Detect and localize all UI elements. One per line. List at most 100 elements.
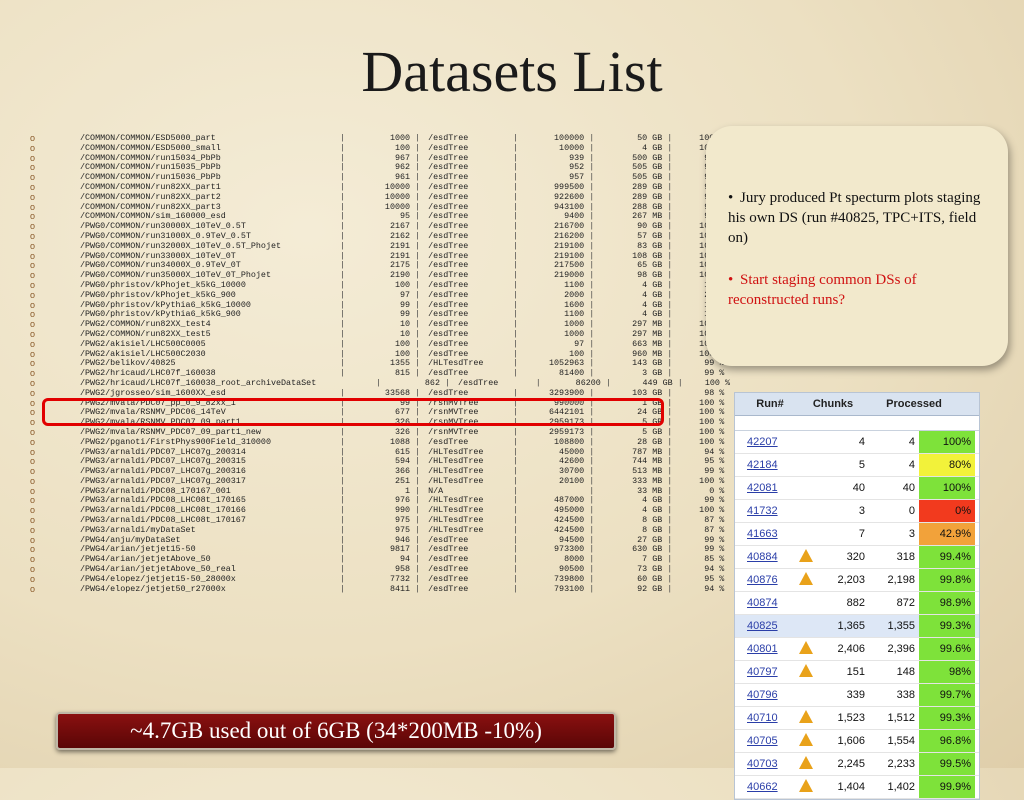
col-processed[interactable]: Processed [861,393,967,415]
dataset-name: /COMMON/COMMON/run15036_PbPb [80,173,221,183]
run-row[interactable]: 40710 1,523 1,512 99.3% [735,707,979,730]
run-link[interactable]: 41732 [735,500,795,522]
run-row[interactable]: 40876 2,203 2,198 99.8% [735,569,979,592]
run-link[interactable]: 42184 [735,454,795,476]
run-link[interactable]: 40796 [735,684,795,706]
warning-cell [795,431,817,453]
run-link[interactable]: 40801 [735,638,795,660]
warning-icon[interactable] [799,664,813,677]
column-separator: | [370,377,381,388]
run-row[interactable]: 40884 320 318 99.4% [735,546,979,569]
run-link[interactable]: 40876 [735,569,795,591]
run-chunks: 339 [846,689,865,701]
run-processed: 4 [908,459,915,471]
storage-banner: ~4.7GB used out of 6GB (34*200MB -10%) [56,712,616,750]
dataset-name: /PWG2/belikov/40825 [80,359,176,369]
run-row[interactable]: 40662 1,404 1,402 99.9% [735,776,979,799]
warning-icon[interactable] [799,733,813,746]
run-processed-percent: 42.9% [919,523,975,545]
run-row[interactable]: 40705 1,606 1,554 96.8% [735,730,979,753]
run-link[interactable]: 40797 [735,661,795,683]
run-processed: 4 [908,436,915,448]
dataset-name: /COMMON/COMMON/run82XX_part1 [80,182,221,192]
run-row[interactable]: 41732 3 0 0% [735,500,979,523]
run-chunks: 2,245 [837,758,865,770]
run-row[interactable]: 40874 882 872 98.9% [735,592,979,615]
warning-cell [795,684,817,706]
run-processed-percent: 100% [919,431,975,453]
run-row[interactable]: 41663 7 3 42.9% [735,523,979,546]
run-chunks: 882 [846,597,865,609]
run-processed-percent: 99.3% [919,615,975,637]
dataset-name: /PWG2/mvala/RSNMV_PDC07_09_part1_new [80,427,261,437]
warning-icon[interactable] [799,710,813,723]
run-processed-percent: 99.7% [919,684,975,706]
run-row[interactable]: 40703 2,245 2,233 99.5% [735,753,979,776]
warning-icon[interactable] [799,779,813,792]
run-link[interactable]: 40662 [735,776,795,798]
dataset-size: 92 GB [637,583,663,594]
run-row[interactable]: 42184 5 4 80% [735,454,979,477]
dataset-name: /PWG3/arnaldi/myDataSet [80,525,196,535]
run-row[interactable]: 42081 40 40 100% [735,477,979,500]
warning-icon[interactable] [799,572,813,585]
dataset-name: /PWG0/phristov/kPhojet_k5kG_10000 [80,280,246,290]
dataset-name: /COMMON/COMMON/run82XX_part3 [80,202,221,212]
run-chunks: 1,365 [837,620,865,632]
dataset-name: /PWG4/arian/jetjet15-50 [80,545,196,555]
run-link[interactable]: 40825 [735,615,795,637]
warning-cell [795,638,817,660]
run-row[interactable]: 40801 2,406 2,396 99.6% [735,638,979,661]
run-chunks: 2,406 [837,643,865,655]
warning-cell [795,707,817,729]
dataset-entries: 793100 [554,583,585,594]
run-link[interactable]: 40874 [735,592,795,614]
dataset-name: /PWG2/pganoti/FirstPhys900Field_310000 [80,437,271,447]
run-processed: 1,512 [887,712,915,724]
run-processed-percent: 98.9% [919,592,975,614]
run-link[interactable]: 42207 [735,431,795,453]
dataset-name: /PWG4/arian/jetjetAbove_50_real [80,565,236,575]
dataset-name: /PWG3/arnaldi/PDC07_LHC07g_200314 [80,447,246,457]
run-link[interactable]: 40705 [735,730,795,752]
run-link[interactable]: 41663 [735,523,795,545]
run-processed-percent: 100% [919,477,975,499]
run-row[interactable]: 40797 151 148 98% [735,661,979,684]
run-processed: 318 [896,551,915,563]
warning-cell [795,500,817,522]
dataset-name: /PWG0/COMMON/run30000X_10TeV_0.5T [80,222,246,232]
run-link[interactable]: 40703 [735,753,795,775]
warning-cell [795,523,817,545]
column-separator: | [508,368,519,379]
dataset-name: /COMMON/COMMON/ESD5000_small [80,143,221,153]
run-table-filter[interactable] [735,416,979,431]
dataset-name: /COMMON/COMMON/ESD5000_part [80,134,216,143]
run-row[interactable]: 42207 4 4 100% [735,431,979,454]
warning-icon[interactable] [799,549,813,562]
warning-icon[interactable] [799,641,813,654]
col-run[interactable]: Run# [735,393,805,415]
warning-cell [795,661,817,683]
dataset-name: /PWG0/COMMON/run35000X_10TeV_0T_Phojet [80,271,271,281]
slide-title: Datasets List [361,39,663,104]
run-processed: 0 [908,505,915,517]
run-processed: 1,355 [887,620,915,632]
column-separator: | [410,583,421,594]
dataset-name: /PWG3/arnaldi/PDC07_LHC07g_200315 [80,457,246,467]
dataset-name: /COMMON/COMMON/run82XX_part2 [80,192,221,202]
dataset-files: 8411 [389,583,411,594]
run-table: Run# Chunks Processed 42207 4 4 100% 42184 5 4… [734,392,980,800]
run-link[interactable]: 42081 [735,477,795,499]
run-row[interactable]: 40825 1,365 1,355 99.3% [735,615,979,638]
dataset-row: /PWG2/hricaud/LHC07f_160038 | 815 |/esdTr… [80,368,730,379]
run-processed-percent: 99.3% [919,707,975,729]
run-link[interactable]: 40710 [735,707,795,729]
col-chunks[interactable]: Chunks [805,393,861,415]
warning-icon[interactable] [799,756,813,769]
run-row[interactable]: 40796 339 338 99.7% [735,684,979,707]
run-processed: 872 [896,597,915,609]
run-link[interactable]: 40884 [735,546,795,568]
dataset-name: /PWG2/akisiel/LHC500C0005 [80,339,206,349]
column-separator: | [672,377,683,388]
warning-cell [795,730,817,752]
